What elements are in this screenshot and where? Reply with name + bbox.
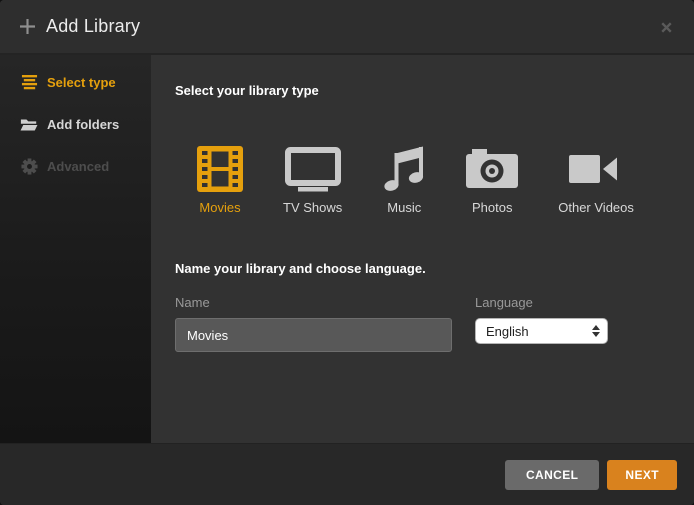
- library-type-label: Movies: [199, 200, 240, 215]
- library-type-label: Music: [387, 200, 421, 215]
- sidebar-item-label: Add folders: [47, 117, 119, 132]
- library-type-label: Other Videos: [558, 200, 634, 215]
- dialog-title: Add Library: [46, 16, 140, 37]
- cancel-button[interactable]: CANCEL: [505, 460, 599, 490]
- sidebar-item-label: Select type: [47, 75, 116, 90]
- camera-icon: [466, 145, 518, 193]
- language-field-label: Language: [475, 295, 608, 311]
- name-section-heading: Name your library and choose language.: [151, 215, 694, 277]
- next-button[interactable]: NEXT: [607, 460, 677, 490]
- library-type-label: TV Shows: [283, 200, 342, 215]
- music-note-icon: [382, 145, 426, 193]
- sidebar-item-label: Advanced: [47, 159, 109, 174]
- video-camera-icon: [569, 145, 623, 193]
- sidebar-item-advanced[interactable]: Advanced: [0, 145, 151, 187]
- library-type-label: Photos: [472, 200, 512, 215]
- close-icon[interactable]: [656, 17, 676, 37]
- gear-icon: [20, 158, 38, 175]
- sidebar-item-add-folders[interactable]: Add folders: [0, 103, 151, 145]
- library-type-other-videos[interactable]: Other Videos: [558, 145, 634, 215]
- language-select-value: English: [486, 324, 529, 339]
- main-panel: Select your library type Movies: [151, 55, 694, 443]
- sidebar-item-select-type[interactable]: Select type: [0, 61, 151, 103]
- tv-icon: [285, 145, 341, 193]
- dialog-header: Add Library: [0, 0, 694, 55]
- add-library-dialog: Add Library Select type Add folders: [0, 0, 694, 505]
- list-bars-icon: [20, 74, 38, 90]
- library-type-photos[interactable]: Photos: [466, 145, 518, 215]
- language-select[interactable]: English: [475, 318, 608, 344]
- library-type-tv-shows[interactable]: TV Shows: [283, 145, 342, 215]
- library-name-input[interactable]: [175, 318, 452, 352]
- wizard-steps-sidebar: Select type Add folders: [0, 55, 151, 443]
- dialog-footer: CANCEL NEXT: [0, 443, 694, 505]
- name-field-label: Name: [175, 295, 452, 311]
- plus-icon: [20, 19, 35, 34]
- folder-open-icon: [20, 117, 38, 132]
- updown-arrows-icon: [592, 325, 600, 337]
- name-language-form: Name Language English: [151, 295, 694, 352]
- filmstrip-icon: [197, 145, 243, 193]
- library-type-music[interactable]: Music: [382, 145, 426, 215]
- type-section-heading: Select your library type: [151, 55, 694, 99]
- library-type-movies[interactable]: Movies: [197, 145, 243, 215]
- library-type-row: Movies TV Shows: [151, 145, 694, 215]
